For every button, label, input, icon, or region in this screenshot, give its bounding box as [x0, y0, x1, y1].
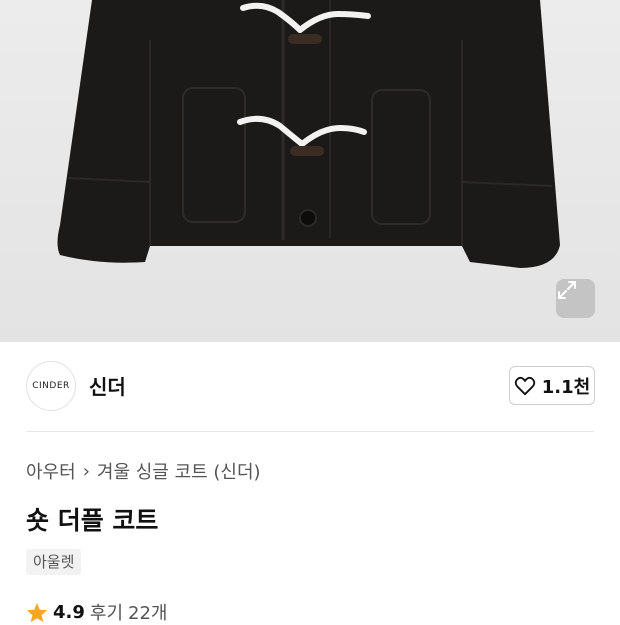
brand-name[interactable]: 신더 — [89, 371, 126, 400]
rating-score: 4.9 — [53, 601, 85, 623]
expand-arrows-icon — [558, 281, 576, 299]
divider — [26, 431, 594, 432]
breadcrumb: 아우터 › 겨울 싱글 코트 (신더) — [26, 458, 261, 484]
product-title: 숏 더플 코트 — [26, 506, 159, 535]
chevron-right-icon: › — [82, 460, 90, 482]
review-count: 22개 — [128, 603, 168, 624]
outlet-tag: 아울렛 — [26, 549, 82, 575]
product-image[interactable] — [0, 0, 620, 342]
star-icon — [26, 602, 48, 622]
breadcrumb-category[interactable]: 아우터 — [26, 458, 76, 484]
like-count: 1.1천 — [541, 376, 591, 398]
rating-row[interactable]: 4.9 후기 22개 — [26, 599, 167, 625]
brand-row: CINDER 신더 1.1천 — [0, 342, 620, 430]
review-label: 후기 — [89, 603, 124, 624]
heart-outline-icon — [514, 376, 535, 395]
expand-image-button[interactable] — [556, 279, 595, 318]
brand-logo[interactable]: CINDER — [26, 361, 76, 411]
breadcrumb-subcategory[interactable]: 겨울 싱글 코트 (신더) — [97, 458, 261, 484]
brand-logo-text: CINDER — [32, 381, 70, 391]
coat-illustration — [57, 0, 560, 268]
like-button[interactable]: 1.1천 — [509, 366, 595, 405]
